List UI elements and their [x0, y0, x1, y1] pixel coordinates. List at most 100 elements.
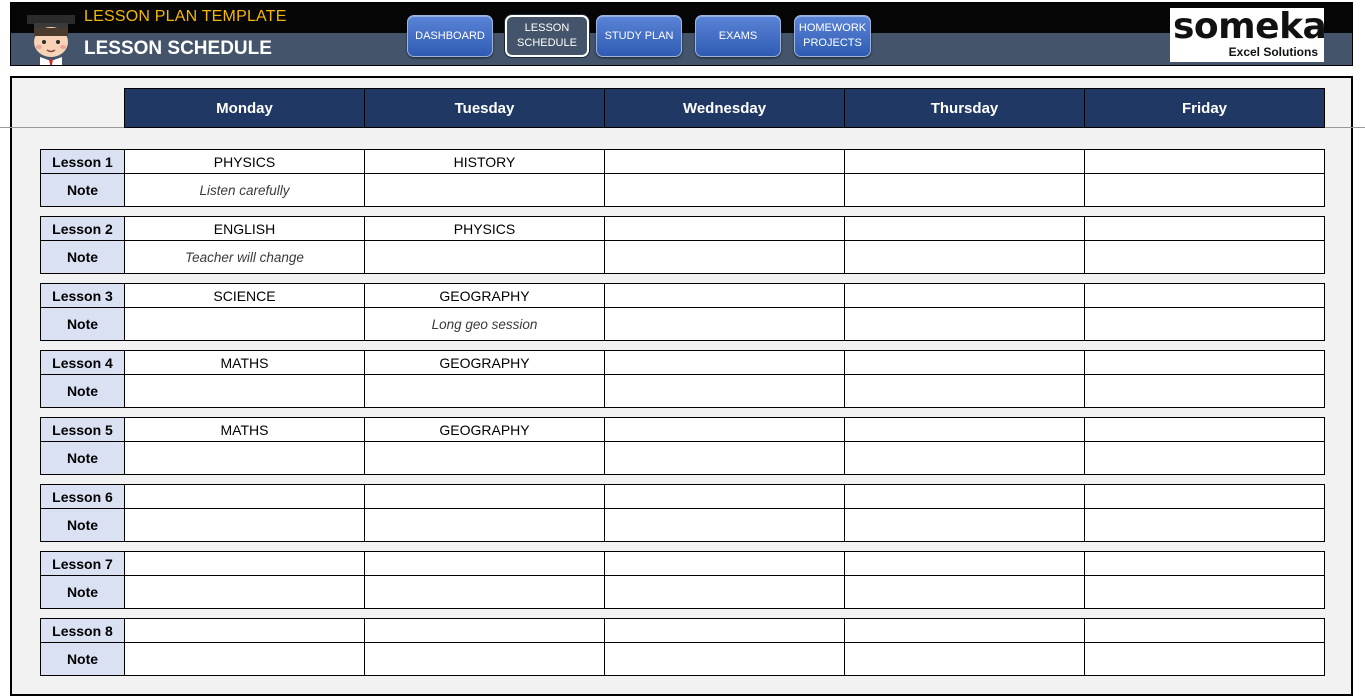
note-cell-monday[interactable] [125, 643, 365, 676]
subject-cell-wednesday[interactable] [605, 552, 845, 576]
lesson-schedule-button[interactable]: LESSON SCHEDULE [505, 15, 589, 57]
note-cell-friday[interactable] [1085, 643, 1325, 676]
lesson-block-4: Lesson 4 MATHS GEOGRAPHY Note [40, 350, 1325, 408]
logo-wordmark: someka [1173, 6, 1327, 47]
subject-cell-tuesday[interactable]: PHYSICS [365, 217, 605, 241]
note-cell-monday[interactable] [125, 509, 365, 542]
subject-cell-tuesday[interactable]: GEOGRAPHY [365, 351, 605, 375]
subject-cell-friday[interactable] [1085, 485, 1325, 509]
subject-cell-wednesday[interactable] [605, 351, 845, 375]
note-cell-monday[interactable] [125, 576, 365, 609]
subject-cell-wednesday[interactable] [605, 418, 845, 442]
exams-button[interactable]: EXAMS [695, 15, 781, 57]
note-cell-friday[interactable] [1085, 174, 1325, 207]
note-cell-friday[interactable] [1085, 442, 1325, 475]
note-cell-thursday[interactable] [845, 375, 1085, 408]
subject-cell-thursday[interactable] [845, 619, 1085, 643]
note-cell-wednesday[interactable] [605, 576, 845, 609]
note-cell-wednesday[interactable] [605, 308, 845, 341]
subject-cell-tuesday[interactable] [365, 485, 605, 509]
note-cell-monday[interactable] [125, 375, 365, 408]
note-cell-tuesday[interactable] [365, 643, 605, 676]
subject-cell-thursday[interactable] [845, 552, 1085, 576]
note-cell-wednesday[interactable] [605, 442, 845, 475]
note-label: Note [40, 442, 125, 475]
lesson-label: Lesson 8 [40, 619, 125, 643]
study-plan-button[interactable]: STUDY PLAN [596, 15, 682, 57]
subject-cell-tuesday[interactable]: GEOGRAPHY [365, 284, 605, 308]
note-cell-thursday[interactable] [845, 241, 1085, 274]
subject-cell-friday[interactable] [1085, 217, 1325, 241]
subject-cell-wednesday[interactable] [605, 619, 845, 643]
subject-cell-friday[interactable] [1085, 619, 1325, 643]
note-label: Note [40, 576, 125, 609]
subject-cell-tuesday[interactable]: HISTORY [365, 150, 605, 174]
note-cell-tuesday[interactable] [365, 375, 605, 408]
subject-cell-monday[interactable] [125, 552, 365, 576]
subject-cell-tuesday[interactable]: GEOGRAPHY [365, 418, 605, 442]
subject-cell-wednesday[interactable] [605, 485, 845, 509]
subject-cell-thursday[interactable] [845, 485, 1085, 509]
lesson-block-1: Lesson 1 PHYSICS HISTORY Note Listen careful… [40, 149, 1325, 207]
subject-cell-monday[interactable]: PHYSICS [125, 150, 365, 174]
subject-cell-monday[interactable]: SCIENCE [125, 284, 365, 308]
note-cell-tuesday[interactable] [365, 442, 605, 475]
subject-cell-thursday[interactable] [845, 284, 1085, 308]
note-cell-friday[interactable] [1085, 241, 1325, 274]
subject-cell-tuesday[interactable] [365, 552, 605, 576]
subject-cell-thursday[interactable] [845, 351, 1085, 375]
note-cell-thursday[interactable] [845, 442, 1085, 475]
note-cell-tuesday[interactable] [365, 241, 605, 274]
note-cell-wednesday[interactable] [605, 241, 845, 274]
someka-logo[interactable]: someka Excel Solutions [1170, 6, 1327, 62]
note-cell-monday[interactable]: Listen carefully [125, 174, 365, 207]
note-cell-monday[interactable]: Teacher will change [125, 241, 365, 274]
subject-cell-wednesday[interactable] [605, 217, 845, 241]
note-cell-wednesday[interactable] [605, 174, 845, 207]
logo-subtitle: Excel Solutions [1228, 45, 1318, 59]
subject-cell-thursday[interactable] [845, 150, 1085, 174]
subject-cell-monday[interactable]: MATHS [125, 418, 365, 442]
subject-cell-thursday[interactable] [845, 217, 1085, 241]
note-cell-friday[interactable] [1085, 375, 1325, 408]
homework-projects-button[interactable]: HOMEWORK PROJECTS [794, 15, 871, 57]
note-cell-thursday[interactable] [845, 643, 1085, 676]
day-header-wednesday: Wednesday [605, 88, 845, 128]
lesson-block-3: Lesson 3 SCIENCE GEOGRAPHY Note Long geo ses… [40, 283, 1325, 341]
lesson-block-6: Lesson 6 Note [40, 484, 1325, 542]
subject-cell-monday[interactable] [125, 485, 365, 509]
subject-cell-friday[interactable] [1085, 418, 1325, 442]
note-cell-tuesday[interactable] [365, 576, 605, 609]
day-header-friday: Friday [1085, 88, 1325, 128]
note-label: Note [40, 509, 125, 542]
note-cell-thursday[interactable] [845, 308, 1085, 341]
note-cell-monday[interactable] [125, 442, 365, 475]
note-cell-tuesday[interactable] [365, 509, 605, 542]
subject-cell-friday[interactable] [1085, 284, 1325, 308]
note-cell-friday[interactable] [1085, 509, 1325, 542]
subject-cell-friday[interactable] [1085, 351, 1325, 375]
note-cell-thursday[interactable] [845, 174, 1085, 207]
subject-cell-friday[interactable] [1085, 552, 1325, 576]
subject-cell-monday[interactable]: MATHS [125, 351, 365, 375]
note-cell-wednesday[interactable] [605, 643, 845, 676]
dashboard-button[interactable]: DASHBOARD [407, 15, 493, 57]
subject-cell-wednesday[interactable] [605, 150, 845, 174]
note-cell-friday[interactable] [1085, 308, 1325, 341]
subject-cell-friday[interactable] [1085, 150, 1325, 174]
note-cell-tuesday[interactable] [365, 174, 605, 207]
note-cell-tuesday[interactable]: Long geo session [365, 308, 605, 341]
note-cell-wednesday[interactable] [605, 509, 845, 542]
lesson-label: Lesson 7 [40, 552, 125, 576]
note-cell-monday[interactable] [125, 308, 365, 341]
subject-cell-thursday[interactable] [845, 418, 1085, 442]
subject-cell-wednesday[interactable] [605, 284, 845, 308]
subject-cell-tuesday[interactable] [365, 619, 605, 643]
teacher-mascot-icon [27, 15, 75, 65]
subject-cell-monday[interactable]: ENGLISH [125, 217, 365, 241]
note-cell-wednesday[interactable] [605, 375, 845, 408]
note-cell-thursday[interactable] [845, 509, 1085, 542]
note-cell-friday[interactable] [1085, 576, 1325, 609]
subject-cell-monday[interactable] [125, 619, 365, 643]
note-cell-thursday[interactable] [845, 576, 1085, 609]
